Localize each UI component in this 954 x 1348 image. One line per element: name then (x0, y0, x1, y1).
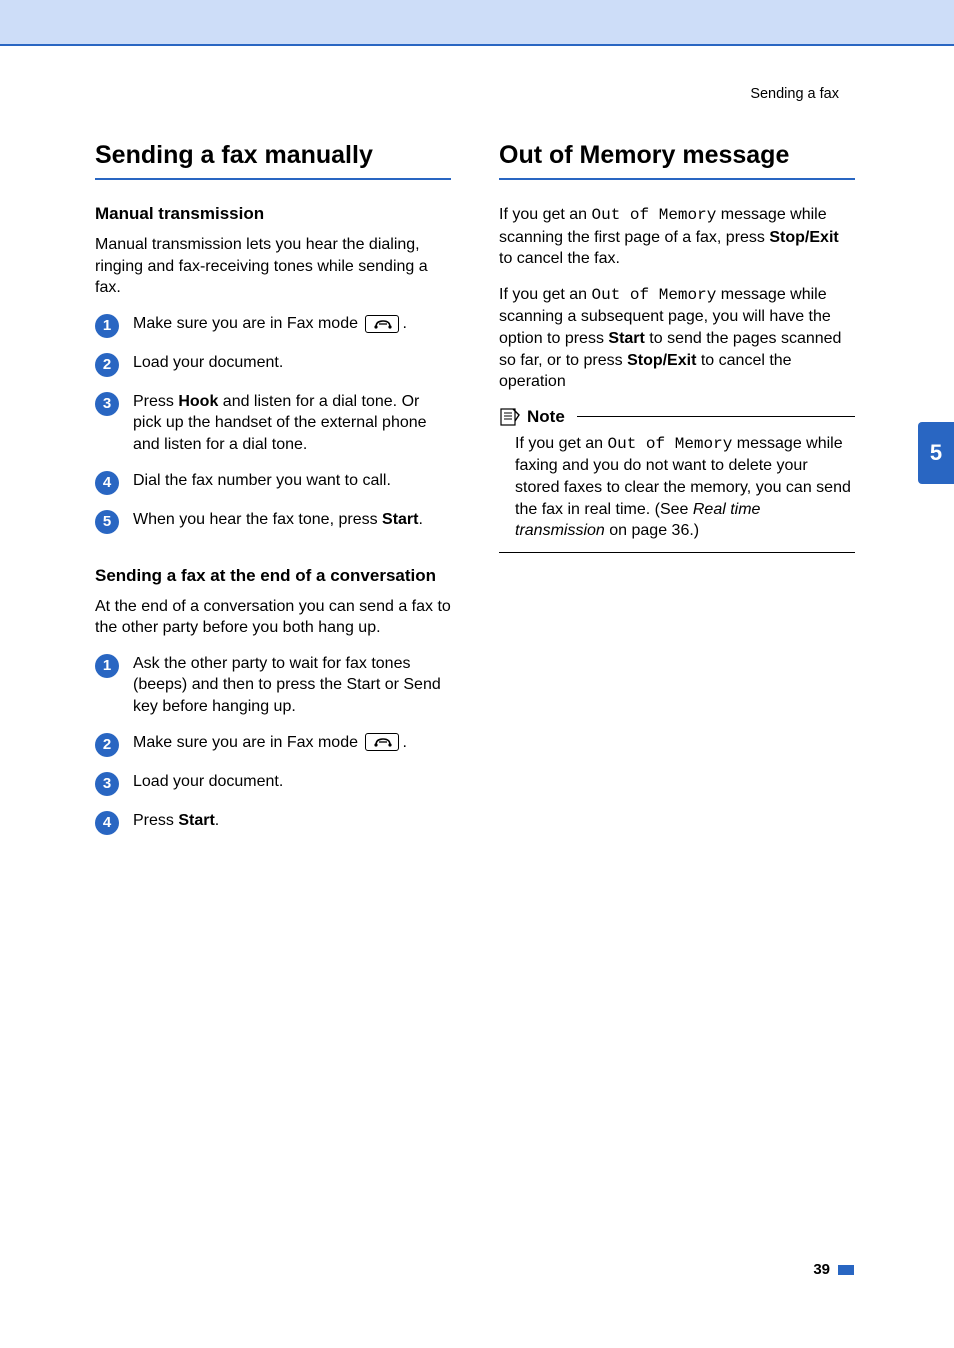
step-number-icon: 5 (95, 510, 119, 534)
note-bottom-rule (499, 552, 855, 553)
list-item: 2 Make sure you are in Fax mode . (95, 732, 451, 757)
fax-mode-icon (365, 315, 399, 333)
heading-sending-fax-manually: Sending a fax manually (95, 140, 451, 170)
text-fragment: . (215, 812, 219, 829)
end-of-conversation-intro: At the end of a conversation you can sen… (95, 596, 451, 639)
note-block: Note If you get an Out of Memory message… (499, 407, 855, 553)
step-text: Make sure you are in Fax mode . (133, 313, 407, 335)
left-column: Sending a fax manually Manual transmissi… (95, 140, 451, 849)
step-number-icon: 3 (95, 392, 119, 416)
bold-text: Hook (178, 393, 218, 410)
out-of-memory-p2: If you get an Out of Memory message whil… (499, 284, 855, 393)
step-number-icon: 1 (95, 654, 119, 678)
text-fragment: When you hear the fax tone, press (133, 511, 382, 528)
top-header-band (0, 0, 954, 44)
step-text: Make sure you are in Fax mode . (133, 732, 407, 754)
step-text: Dial the fax number you want to call. (133, 470, 391, 492)
bold-text: Start (608, 330, 644, 347)
list-item: 2 Load your document. (95, 352, 451, 377)
bold-text: Stop/Exit (769, 229, 838, 246)
step-text: Load your document. (133, 352, 283, 374)
list-item: 3 Press Hook and listen for a dial tone.… (95, 391, 451, 456)
list-item: 1 Make sure you are in Fax mode . (95, 313, 451, 338)
page-number: 39 (813, 1261, 830, 1278)
breadcrumb: Sending a fax (750, 86, 839, 102)
manual-transmission-intro: Manual transmission lets you hear the di… (95, 234, 451, 299)
out-of-memory-p1: If you get an Out of Memory message whil… (499, 204, 855, 270)
list-item: 3 Load your document. (95, 771, 451, 796)
note-body: If you get an Out of Memory message whil… (499, 433, 855, 542)
text-fragment: If you get an (499, 206, 592, 223)
mono-text: Out of Memory (592, 206, 717, 224)
step-text: Load your document. (133, 771, 283, 793)
text-fragment: If you get an (515, 435, 608, 452)
text-fragment: Make sure you are in Fax mode (133, 734, 362, 751)
step-number-icon: 1 (95, 314, 119, 338)
heading-rule (499, 178, 855, 180)
text-fragment: to cancel the fax. (499, 250, 620, 267)
step-number-icon: 3 (95, 772, 119, 796)
right-column: Out of Memory message If you get an Out … (499, 140, 855, 849)
fax-mode-icon (365, 733, 399, 751)
manual-transmission-steps: 1 Make sure you are in Fax mode . 2 Load… (95, 313, 451, 534)
step-text: Press Hook and listen for a dial tone. O… (133, 391, 451, 456)
list-item: 4 Press Start. (95, 810, 451, 835)
text-fragment: . (402, 315, 406, 332)
text-fragment: Press (133, 393, 178, 410)
bold-text: Stop/Exit (627, 352, 696, 369)
list-item: 4 Dial the fax number you want to call. (95, 470, 451, 495)
heading-rule (95, 178, 451, 180)
text-fragment: Press (133, 812, 178, 829)
end-of-conversation-steps: 1 Ask the other party to wait for fax to… (95, 653, 451, 835)
list-item: 1 Ask the other party to wait for fax to… (95, 653, 451, 718)
note-rule (577, 416, 855, 417)
step-number-icon: 4 (95, 471, 119, 495)
footer-mark-icon (838, 1265, 854, 1275)
step-number-icon: 2 (95, 733, 119, 757)
mono-text: Out of Memory (592, 286, 717, 304)
subheading-manual-transmission: Manual transmission (95, 204, 451, 224)
text-fragment: . (402, 734, 406, 751)
header-rule (0, 44, 954, 46)
text-fragment: . (418, 511, 422, 528)
list-item: 5 When you hear the fax tone, press Star… (95, 509, 451, 534)
step-number-icon: 2 (95, 353, 119, 377)
bold-text: Start (178, 812, 214, 829)
note-title: Note (527, 407, 565, 427)
step-number-icon: 4 (95, 811, 119, 835)
subheading-end-of-conversation: Sending a fax at the end of a conversati… (95, 566, 451, 586)
step-text: When you hear the fax tone, press Start. (133, 509, 423, 531)
text-fragment: If you get an (499, 286, 592, 303)
mono-text: Out of Memory (608, 435, 733, 453)
text-fragment: Make sure you are in Fax mode (133, 315, 362, 332)
step-text: Press Start. (133, 810, 219, 832)
page-footer: 39 (813, 1261, 854, 1278)
note-icon (499, 407, 521, 427)
bold-text: Start (382, 511, 418, 528)
text-fragment: on page 36.) (605, 522, 699, 539)
step-text: Ask the other party to wait for fax tone… (133, 653, 451, 718)
chapter-tab: 5 (918, 422, 954, 484)
heading-out-of-memory: Out of Memory message (499, 140, 855, 170)
